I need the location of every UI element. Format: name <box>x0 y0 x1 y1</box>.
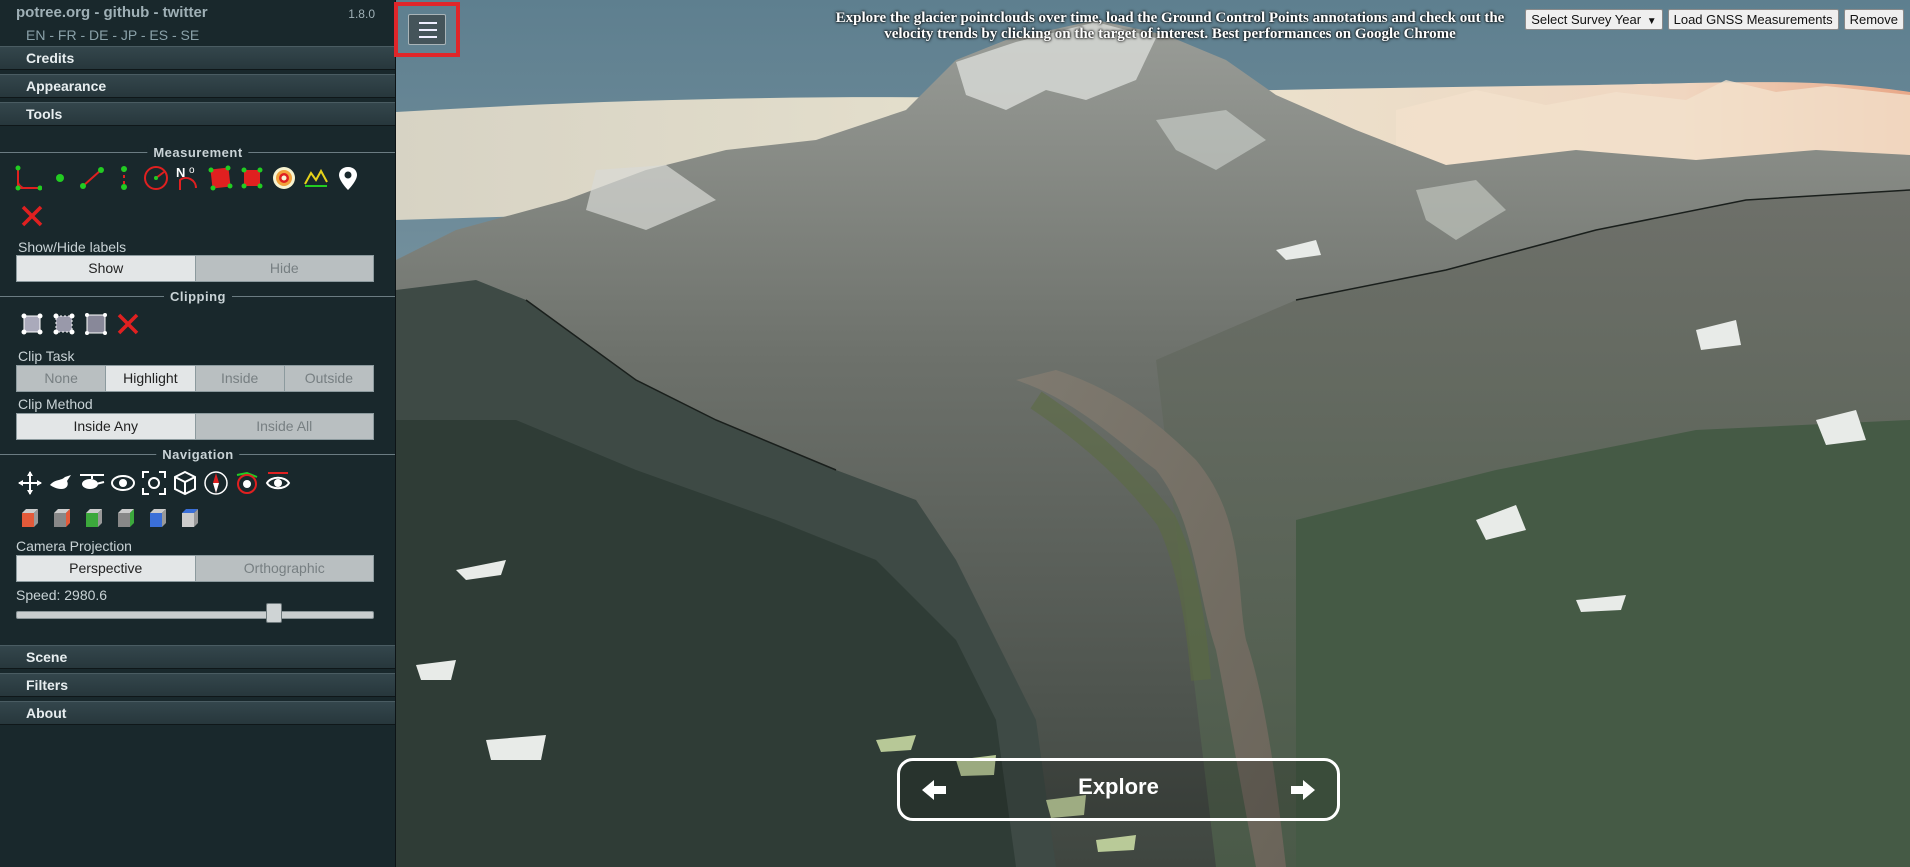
camera-projection-toggle: Perspective Orthographic <box>16 555 374 582</box>
back-view-icon[interactable] <box>112 504 140 532</box>
clip-method-label: Clip Method <box>18 396 93 412</box>
azimuth-icon[interactable]: No <box>174 164 202 192</box>
measurement-title: Measurement <box>147 145 249 160</box>
pointcloud-viewport[interactable]: Explore the glacier pointclouds over tim… <box>396 0 1910 867</box>
right-view-icon[interactable] <box>144 504 172 532</box>
glacier-pointcloud-render[interactable] <box>396 0 1910 867</box>
banner-line-2: velocity trends by clicking on the targe… <box>884 26 1456 42</box>
height-icon[interactable] <box>110 164 138 192</box>
measurement-toolbar: No <box>14 164 362 192</box>
speed-slider-thumb[interactable] <box>265 603 282 623</box>
navigation-title: Navigation <box>156 447 240 462</box>
clip-volume-icon[interactable] <box>18 310 46 338</box>
top-controls: Select Survey Year ▼ Load GNSS Measureme… <box>1525 9 1904 30</box>
bottom-view-icon[interactable] <box>176 504 204 532</box>
full-extent-icon[interactable] <box>171 469 199 497</box>
distance-icon[interactable] <box>78 164 106 192</box>
instructions-banner: Explore the glacier pointclouds over tim… <box>780 10 1560 42</box>
focus-icon[interactable] <box>140 469 168 497</box>
perspective-button[interactable]: Perspective <box>17 556 196 581</box>
section-appearance[interactable]: Appearance <box>0 74 395 98</box>
survey-year-select[interactable]: Select Survey Year ▼ <box>1525 9 1663 30</box>
section-credits[interactable]: Credits <box>0 46 395 70</box>
sphere-volume-icon[interactable] <box>270 164 298 192</box>
explore-label: Explore <box>1078 774 1159 799</box>
compass-icon[interactable] <box>233 469 261 497</box>
circle-icon[interactable] <box>142 164 170 192</box>
clip-polygon-icon[interactable] <box>50 310 78 338</box>
section-filters[interactable]: Filters <box>0 673 395 697</box>
clip-task-highlight[interactable]: Highlight <box>106 366 196 391</box>
sidebar: potree.org - github - twitter 1.8.0 EN -… <box>0 0 396 867</box>
navigation-toolbar <box>16 469 292 497</box>
remove-all-icon[interactable] <box>18 202 46 230</box>
clip-method-inside-any[interactable]: Inside Any <box>17 414 196 439</box>
chevron-down-icon: ▼ <box>1646 16 1657 27</box>
clip-task-outside[interactable]: Outside <box>285 366 373 391</box>
remove-clipping-icon[interactable] <box>114 310 142 338</box>
navigation-divider: Navigation <box>0 447 395 462</box>
clipping-divider: Clipping <box>0 289 395 304</box>
svg-text:o: o <box>189 165 195 176</box>
left-view-icon[interactable] <box>16 504 44 532</box>
show-hide-labels-label: Show/Hide labels <box>18 239 127 255</box>
heli-controls-icon[interactable] <box>78 469 106 497</box>
section-tools[interactable]: Tools <box>0 102 395 126</box>
clipping-title: Clipping <box>164 289 232 304</box>
fly-controls-icon[interactable] <box>47 469 75 497</box>
volume-icon[interactable] <box>238 164 266 192</box>
area-icon[interactable] <box>206 164 234 192</box>
sidebar-toggle-button[interactable] <box>394 2 460 57</box>
clip-method-inside-all[interactable]: Inside All <box>196 414 374 439</box>
measurement-divider: Measurement <box>0 145 395 160</box>
brand-links[interactable]: potree.org - github - twitter <box>16 4 208 21</box>
point-icon[interactable] <box>46 164 74 192</box>
clip-task-none[interactable]: None <box>17 366 107 391</box>
annotation-icon[interactable] <box>334 164 362 192</box>
remove-button[interactable]: Remove <box>1843 9 1904 30</box>
top-view-icon[interactable] <box>80 504 108 532</box>
clip-task-toggle: None Highlight Inside Outside <box>16 365 374 392</box>
navigation-cube-icon[interactable] <box>202 469 230 497</box>
speed-label: Speed: 2980.6 <box>16 587 108 603</box>
camera-animation-icon[interactable] <box>264 469 292 497</box>
labels-toggle: Show Hide <box>16 255 374 282</box>
speed-slider-track[interactable] <box>16 611 374 619</box>
screen-clip-box-icon[interactable] <box>82 310 110 338</box>
clip-task-label: Clip Task <box>18 348 75 364</box>
next-arrow-icon[interactable] <box>1287 775 1317 805</box>
hamburger-menu-icon[interactable] <box>408 14 446 45</box>
clip-method-toggle: Inside Any Inside All <box>16 413 374 440</box>
explore-navigator: Explore <box>897 758 1340 821</box>
camera-projection-label: Camera Projection <box>16 538 132 554</box>
front-view-icon[interactable] <box>48 504 76 532</box>
profile-icon[interactable] <box>302 164 330 192</box>
section-about[interactable]: About <box>0 701 395 725</box>
show-labels-button[interactable]: Show <box>17 256 196 281</box>
language-links[interactable]: EN - FR - DE - JP - ES - SE <box>26 27 199 43</box>
angle-icon[interactable] <box>14 164 42 192</box>
banner-line-1: Explore the glacier pointclouds over tim… <box>835 10 1505 26</box>
earth-controls-icon[interactable] <box>16 469 44 497</box>
section-scene[interactable]: Scene <box>0 645 395 669</box>
orthographic-button[interactable]: Orthographic <box>196 556 374 581</box>
hide-labels-button[interactable]: Hide <box>196 256 374 281</box>
clip-task-inside[interactable]: Inside <box>196 366 285 391</box>
orbit-controls-icon[interactable] <box>109 469 137 497</box>
view-toolbar <box>16 504 204 532</box>
survey-year-select-value: Select Survey Year <box>1531 12 1642 27</box>
version-label: 1.8.0 <box>348 7 375 21</box>
clipping-toolbar <box>18 310 142 338</box>
load-gnss-button[interactable]: Load GNSS Measurements <box>1667 9 1839 30</box>
